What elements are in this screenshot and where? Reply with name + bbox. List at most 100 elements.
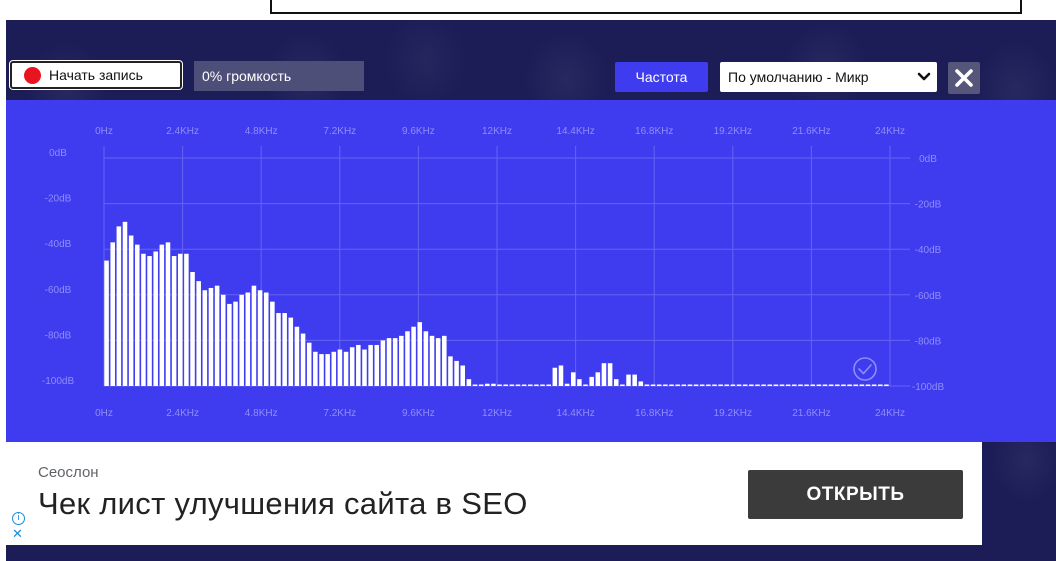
spectrum-bar [362, 349, 367, 386]
spectrum-bar [761, 384, 766, 386]
spectrum-bar [245, 292, 251, 386]
spectrum-bar [632, 374, 637, 386]
spectrum-bar [435, 338, 441, 386]
spectrum-bar [540, 384, 545, 386]
spectrum-bar [116, 226, 122, 386]
ad-open-button[interactable]: ОТКРЫТЬ [748, 470, 963, 519]
spectrum-bar [227, 303, 232, 386]
spectrum-bar [288, 317, 294, 386]
spectrum-bar [620, 384, 625, 386]
app-window: Начать запись 0% громкость Частота По ум… [6, 20, 1056, 561]
close-button[interactable] [948, 62, 980, 94]
spectrum-bar [650, 384, 656, 386]
spectrum-bar [847, 384, 852, 386]
spectrum-bar [374, 344, 380, 386]
spectrum-bar [865, 384, 871, 386]
spectrum-bar [822, 384, 828, 386]
y-tick-label-left: -100dB [42, 376, 75, 387]
x-tick-label-top: 19.2KHz [714, 126, 752, 137]
spectrum-bar [749, 384, 754, 386]
spectrum-bar [184, 253, 189, 386]
spectrum-bar [368, 344, 373, 386]
ad-headline[interactable]: Чек лист улучшения сайта в SEO [38, 486, 528, 522]
ad-advertiser: Сеослон [38, 464, 99, 481]
spectrum-bar [675, 384, 680, 386]
x-tick-label-top: 21.6KHz [792, 126, 830, 137]
spectrum-bar [552, 367, 558, 386]
y-tick-label-left: 0dB [49, 148, 67, 159]
spectrum-bar [491, 383, 496, 386]
spectrum-bar [497, 384, 502, 386]
y-tick-label-right: -40dB [915, 245, 942, 256]
spectrum-bar [429, 335, 435, 386]
spectrum-bar [306, 342, 312, 386]
spectrum-bar [153, 251, 158, 386]
spectrum-bar [718, 384, 723, 386]
spectrum-bar [356, 344, 361, 386]
y-tick-label-left: -60dB [45, 285, 72, 296]
spectrum-bar [454, 360, 459, 386]
spectrum-bar [405, 331, 410, 386]
spectrum-bar [607, 363, 613, 386]
spectrum-bar [577, 379, 582, 386]
spectrum-bar [595, 372, 601, 386]
spectrum-bar [276, 313, 281, 386]
spectrum-bar [656, 384, 662, 386]
x-tick-label-top: 4.8KHz [245, 126, 278, 137]
spectrum-bar [509, 384, 515, 386]
spectrum-bar [466, 379, 472, 386]
spectrum-bar [190, 272, 195, 386]
spectrum-bar [755, 384, 760, 386]
spectrum-bar [220, 294, 226, 386]
spectrum-bar [202, 290, 208, 386]
spectrum-bar [828, 384, 834, 386]
x-tick-label-top: 24KHz [875, 126, 905, 137]
spectrum-bar [478, 384, 484, 386]
spectrum-bar [270, 301, 275, 386]
spectrum-bar [570, 372, 576, 386]
spectrum-bar [785, 384, 791, 386]
spectrum-bar [257, 290, 263, 386]
spectrum-bar [730, 384, 736, 386]
volume-indicator: 0% громкость [194, 61, 364, 91]
ad-close-icon[interactable]: ✕ [12, 528, 23, 541]
spectrum-bar [515, 384, 521, 386]
toolbar: Начать запись 0% громкость Частота По ум… [6, 58, 1056, 96]
spectrum-bar [810, 384, 816, 386]
spectrum-bar [411, 326, 416, 386]
spectrum-bar [546, 384, 551, 386]
spectrum-bar [589, 376, 594, 386]
spectrum-bar [263, 292, 269, 386]
spectrum-bar [816, 384, 822, 386]
ad-info-icon[interactable]: i [12, 512, 25, 525]
x-tick-label-bottom: 24KHz [875, 408, 905, 419]
spectrum-bar [337, 349, 343, 386]
spectrum-bar [742, 384, 748, 386]
x-tick-label-bottom: 21.6KHz [792, 408, 830, 419]
spectrum-bar [521, 384, 527, 386]
y-tick-label-left: -20dB [45, 194, 72, 205]
spectrum-bar [859, 384, 865, 386]
spectrum-bar [835, 384, 840, 386]
spectrum-bar [294, 326, 300, 386]
spectrum-bar [884, 384, 889, 386]
spectrum-bar [331, 351, 337, 386]
input-device-select[interactable]: По умолчанию - Микр [720, 62, 937, 92]
spectrum-bar [147, 256, 152, 386]
spectrum-bar [681, 384, 687, 386]
x-tick-label-top: 0Hz [95, 126, 113, 137]
spectrum-bar [128, 235, 134, 386]
frequency-spectrum-chart: 0Hz 0Hz 2.4KHz 2.4KHz 4.8KHz 4.8KHz 7.2KHz 7.2K… [6, 100, 1056, 442]
spectrum-bar [687, 384, 693, 386]
x-tick-label-top: 7.2KHz [323, 126, 356, 137]
spectrum-bar [110, 242, 115, 386]
spectrum-bar [706, 384, 711, 386]
start-recording-button[interactable]: Начать запись [10, 61, 182, 89]
spectrum-bar [841, 384, 846, 386]
x-tick-label-bottom: 19.2KHz [714, 408, 752, 419]
y-tick-label-right: 0dB [919, 154, 937, 165]
spectrum-bar [472, 384, 478, 386]
ad-banner[interactable]: Сеослон Чек лист улучшения сайта в SEO О… [6, 442, 982, 545]
spectrum-bar [503, 384, 508, 386]
frequency-button[interactable]: Частота [615, 62, 708, 92]
